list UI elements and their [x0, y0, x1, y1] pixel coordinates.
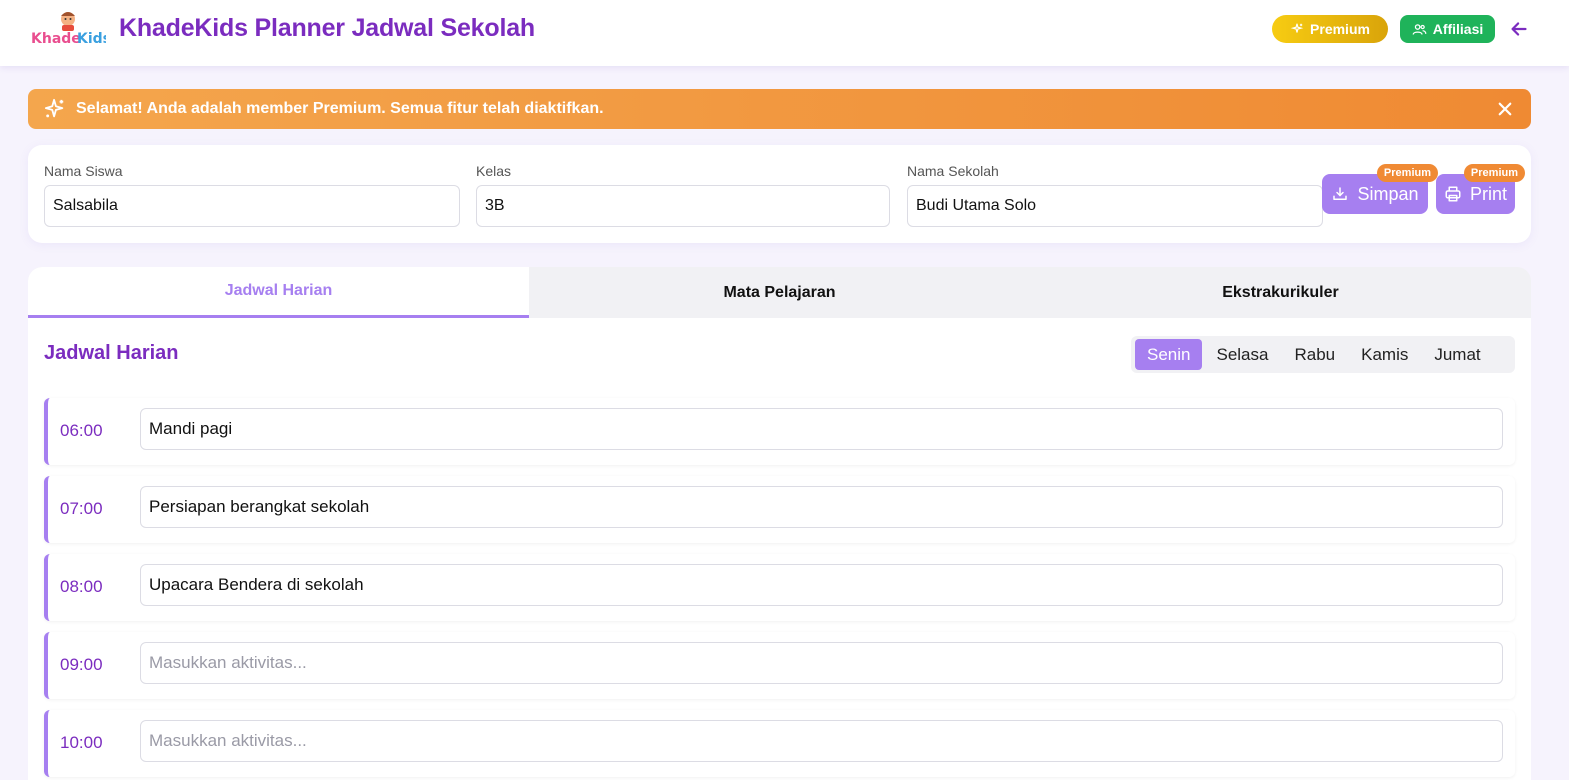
schedule-row: 09:00 — [44, 632, 1515, 699]
sparkle-icon — [1290, 23, 1304, 33]
tab-jadwal-harian[interactable]: Jadwal Harian — [28, 267, 529, 318]
student-info-card: Nama Siswa Kelas Nama Sekolah Simpan Pre… — [28, 145, 1531, 243]
time-label: 10:00 — [60, 733, 103, 752]
jadwal-harian-panel: Jadwal Harian Senin Selasa Rabu Kamis Ju… — [28, 318, 1531, 780]
premium-button[interactable]: Premium — [1272, 15, 1388, 43]
schedule-row: 10:00 — [44, 710, 1515, 777]
premium-label: Premium — [1310, 21, 1370, 37]
premium-badge: Premium — [1376, 164, 1438, 182]
schedule-row: 07:00 — [44, 476, 1515, 543]
day-tab-rabu[interactable]: Rabu — [1282, 339, 1347, 370]
section-title: Jadwal Harian — [44, 342, 179, 364]
back-arrow-icon[interactable] — [1508, 18, 1530, 40]
simpan-button[interactable]: Simpan Premium — [1322, 164, 1438, 214]
print-button[interactable]: Print Premium — [1436, 164, 1525, 214]
svg-text:Kids: Kids — [77, 31, 106, 46]
printer-icon — [1445, 186, 1461, 202]
svg-text:Khade: Khade — [31, 31, 81, 46]
kelas-label: Kelas — [476, 163, 512, 179]
activity-input[interactable] — [140, 408, 1503, 450]
simpan-label: Simpan — [1357, 183, 1419, 204]
activity-input[interactable] — [140, 486, 1503, 528]
khadekids-logo[interactable]: Khade Kids — [30, 10, 111, 47]
print-label: Print — [1469, 183, 1507, 204]
section-tabs: Jadwal Harian Mata Pelajaran Ekstrakurik… — [28, 267, 1531, 318]
banner-text: Selamat! Anda adalah member Premium. Sem… — [76, 100, 604, 117]
affiliasi-button[interactable]: Affiliasi — [1400, 15, 1495, 43]
time-label: 09:00 — [60, 655, 103, 674]
activity-input[interactable] — [140, 564, 1503, 606]
nama-siswa-input[interactable] — [44, 185, 460, 227]
schedule-row: 06:00 — [44, 398, 1515, 465]
day-tab-jumat[interactable]: Jumat — [1422, 339, 1492, 370]
premium-badge: Premium — [1463, 164, 1525, 182]
tab-mata-pelajaran[interactable]: Mata Pelajaran — [529, 267, 1030, 318]
nama-sekolah-label: Nama Sekolah — [907, 163, 999, 179]
affiliasi-label: Affiliasi — [1432, 21, 1484, 37]
nama-sekolah-input[interactable] — [907, 185, 1323, 227]
app-header: Khade Kids KhadeKids Planner Jadwal Seko… — [0, 0, 1569, 66]
kelas-input[interactable] — [476, 185, 890, 227]
schedule-row: 08:00 — [44, 554, 1515, 621]
day-tab-selasa[interactable]: Selasa — [1204, 339, 1280, 370]
download-icon — [1333, 187, 1348, 200]
app-title: KhadeKids Planner Jadwal Sekolah — [119, 14, 535, 42]
activity-input[interactable] — [140, 720, 1503, 762]
time-label: 07:00 — [60, 499, 103, 518]
activity-input[interactable] — [140, 642, 1503, 684]
day-tab-kamis[interactable]: Kamis — [1349, 339, 1420, 370]
time-label: 06:00 — [60, 421, 103, 440]
nama-siswa-label: Nama Siswa — [44, 163, 123, 179]
time-label: 08:00 — [60, 577, 103, 596]
premium-banner: Selamat! Anda adalah member Premium. Sem… — [28, 89, 1531, 129]
day-tab-senin[interactable]: Senin — [1135, 339, 1203, 370]
tab-ekstrakurikuler[interactable]: Ekstrakurikuler — [1030, 267, 1531, 318]
users-icon — [1412, 23, 1427, 35]
day-selector: Senin Selasa Rabu Kamis Jumat — [1131, 336, 1515, 373]
close-icon[interactable] — [1496, 100, 1514, 118]
sparkle-icon — [44, 98, 66, 120]
